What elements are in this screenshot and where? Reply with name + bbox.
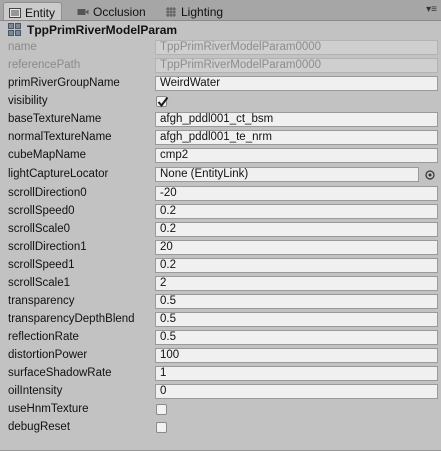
property-row-baseTextureName: baseTextureName afgh_pddl001_ct_bsm <box>0 112 441 129</box>
property-label: cubeMapName <box>8 149 86 161</box>
property-row-reflectionRate: reflectionRate 0.5 <box>0 330 441 347</box>
property-row-scrollScale1: scrollScale1 2 <box>0 276 441 293</box>
scrollDirection1-field[interactable]: 20 <box>155 240 438 255</box>
reflectionRate-field[interactable]: 0.5 <box>155 330 438 345</box>
property-label: scrollSpeed1 <box>8 259 75 271</box>
property-row-primRiverGroupName: primRiverGroupName WeirdWater <box>0 76 441 93</box>
property-label: primRiverGroupName <box>8 77 120 89</box>
property-label: surfaceShadowRate <box>8 367 112 379</box>
camera-icon <box>77 9 89 15</box>
scrollScale1-field[interactable]: 2 <box>155 276 438 291</box>
list-icon <box>9 7 21 18</box>
scrollSpeed1-field[interactable]: 0.2 <box>155 258 438 273</box>
property-label: oilIntensity <box>8 385 63 397</box>
cubeMapName-field[interactable]: cmp2 <box>155 148 438 163</box>
property-row-lightCaptureLocator: lightCaptureLocator None (EntityLink) <box>0 167 441 184</box>
transparency-field[interactable]: 0.5 <box>155 294 438 309</box>
property-row-useHnmTexture: useHnmTexture <box>0 402 441 419</box>
tab-label: Lighting <box>181 5 224 19</box>
property-label: debugReset <box>8 421 71 433</box>
property-row-transparencyDepthBlend: transparencyDepthBlend 0.5 <box>0 312 441 329</box>
property-label: distortionPower <box>8 349 88 361</box>
property-row-scrollSpeed1: scrollSpeed1 0.2 <box>0 258 441 275</box>
tab-label: Entity <box>25 5 56 20</box>
property-label: scrollSpeed0 <box>8 205 75 217</box>
visibility-checkbox[interactable] <box>156 96 169 108</box>
grid-icon <box>166 7 176 17</box>
primRiverGroupName-field[interactable]: WeirdWater <box>155 76 438 91</box>
surfaceShadowRate-field[interactable]: 1 <box>155 366 438 381</box>
name-field: TppPrimRiverModelParam0000 <box>155 40 438 55</box>
property-label: scrollDirection1 <box>8 241 87 253</box>
property-row-debugReset: debugReset <box>0 420 441 437</box>
property-row-scrollSpeed0: scrollSpeed0 0.2 <box>0 204 441 221</box>
checkmark-icon <box>157 96 169 108</box>
property-label: baseTextureName <box>8 113 102 125</box>
property-row-surfaceShadowRate: surfaceShadowRate 1 <box>0 366 441 383</box>
property-label: scrollDirection0 <box>8 187 87 199</box>
property-row-distortionPower: distortionPower 100 <box>0 348 441 365</box>
distortionPower-field[interactable]: 100 <box>155 348 438 363</box>
tab-occlusion[interactable]: Occlusion <box>72 2 152 20</box>
debugReset-checkbox[interactable] <box>156 422 167 433</box>
scrollScale0-field[interactable]: 0.2 <box>155 222 438 237</box>
scrollSpeed0-field[interactable]: 0.2 <box>155 204 438 219</box>
property-label: useHnmTexture <box>8 403 89 415</box>
referencePath-field: TppPrimRiverModelParam0000 <box>155 58 438 73</box>
property-row-name: name TppPrimRiverModelParam0000 <box>0 40 441 57</box>
component-header: TppPrimRiverModelParam <box>0 21 441 38</box>
tab-menu-icon[interactable]: ▾≡ <box>426 4 437 15</box>
component-icon <box>8 23 21 36</box>
lightCaptureLocator-field[interactable]: None (EntityLink) <box>155 167 419 182</box>
property-label: normalTextureName <box>8 131 112 143</box>
property-label: lightCaptureLocator <box>8 168 109 180</box>
baseTextureName-field[interactable]: afgh_pddl001_ct_bsm <box>155 112 438 127</box>
property-label: visibility <box>8 95 48 107</box>
property-label: referencePath <box>8 59 81 71</box>
property-row-referencePath: referencePath TppPrimRiverModelParam0000 <box>0 58 441 75</box>
property-row-scrollDirection0: scrollDirection0 -20 <box>0 186 441 203</box>
property-row-scrollDirection1: scrollDirection1 20 <box>0 240 441 257</box>
property-row-cubeMapName: cubeMapName cmp2 <box>0 148 441 165</box>
property-label: scrollScale0 <box>8 223 70 235</box>
property-row-scrollScale0: scrollScale0 0.2 <box>0 222 441 239</box>
component-title: TppPrimRiverModelParam <box>27 22 178 37</box>
property-label: name <box>8 41 37 53</box>
normalTextureName-field[interactable]: afgh_pddl001_te_nrm <box>155 130 438 145</box>
object-picker-icon[interactable] <box>424 169 436 181</box>
oilIntensity-field[interactable]: 0 <box>155 384 438 399</box>
tab-lighting[interactable]: Lighting <box>160 2 229 20</box>
property-row-visibility: visibility <box>0 94 441 111</box>
property-label: reflectionRate <box>8 331 79 343</box>
transparencyDepthBlend-field[interactable]: 0.5 <box>155 312 438 327</box>
property-row-oilIntensity: oilIntensity 0 <box>0 384 441 401</box>
scrollDirection0-field[interactable]: -20 <box>155 186 438 201</box>
property-row-transparency: transparency 0.5 <box>0 294 441 311</box>
property-label: transparencyDepthBlend <box>8 313 135 325</box>
useHnmTexture-checkbox[interactable] <box>156 404 167 415</box>
inspector-tab-bar: Entity Occlusion Lighting ▾≡ <box>0 0 441 21</box>
tab-label: Occlusion <box>93 5 146 19</box>
property-label: scrollScale1 <box>8 277 70 289</box>
property-row-normalTextureName: normalTextureName afgh_pddl001_te_nrm <box>0 130 441 147</box>
tab-entity[interactable]: Entity <box>3 2 63 20</box>
property-label: transparency <box>8 295 75 307</box>
